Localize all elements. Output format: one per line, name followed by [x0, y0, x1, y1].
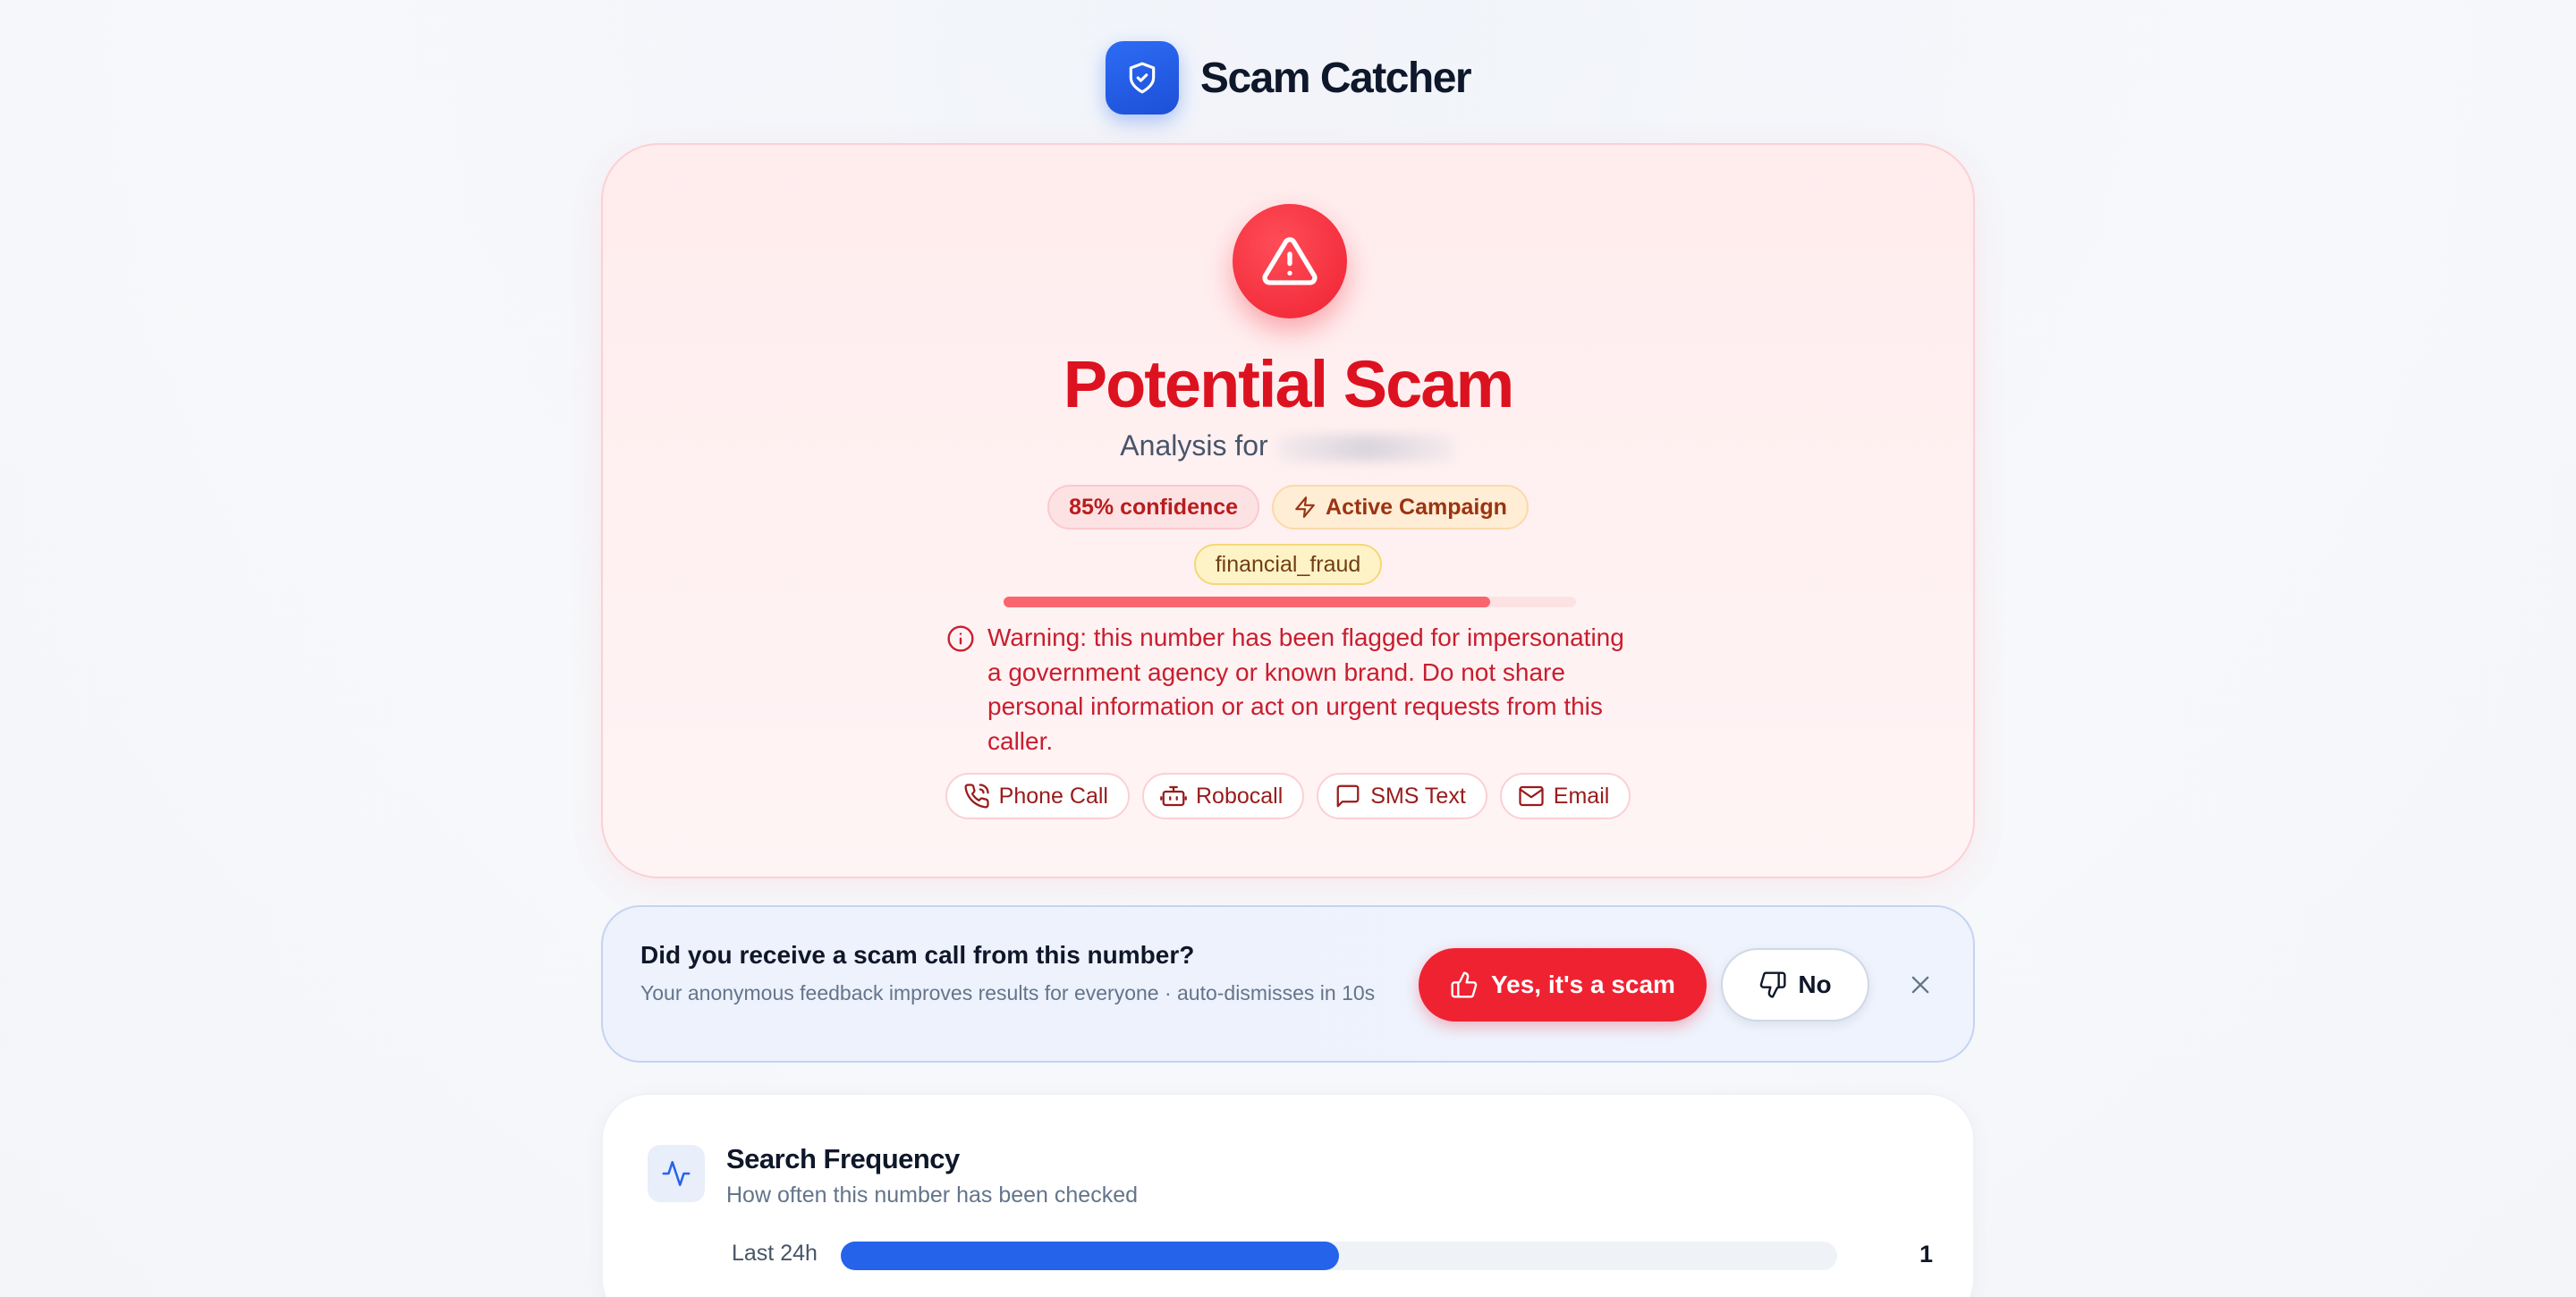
channel-label: Robocall [1195, 783, 1284, 809]
thumbs-up-icon [1451, 971, 1478, 998]
not-scam-label: No [1798, 971, 1832, 998]
analysis-line: Analysis for [603, 429, 1973, 462]
shield-check-icon [1129, 62, 1156, 94]
feedback-question: Did you receive a scam call from this nu… [640, 941, 1195, 969]
zap-icon [1295, 496, 1315, 518]
dismiss-button[interactable] [1902, 966, 1939, 1004]
confidence-bar [1004, 597, 1576, 607]
message-square-icon [1336, 784, 1360, 808]
close-icon [1911, 976, 1929, 994]
confidence-bar-fill [1004, 597, 1490, 607]
thumbs-down-icon [1760, 971, 1786, 998]
warning-text: Warning: this number has been flagged fo… [987, 623, 1624, 755]
info-icon [947, 625, 974, 652]
channel-chips: Phone Call Robocall SMS Text Email [603, 773, 1973, 819]
badge-row: 85% confidence Active Campaign [603, 485, 1973, 530]
category-badge: financial_fraud [1193, 544, 1383, 585]
confidence-badge: 85% confidence [1047, 485, 1260, 530]
report-scam-button[interactable]: Yes, it's a scam [1419, 948, 1707, 1021]
warning-message: Warning: this number has been flagged fo… [946, 621, 1644, 759]
feedback-prompt: Did you receive a scam call from this nu… [601, 905, 1975, 1063]
channel-label: SMS Text [1370, 783, 1466, 809]
channel-label: Email [1553, 783, 1610, 809]
frequency-title: Search Frequency [726, 1143, 960, 1174]
channel-chip-phone-call: Phone Call [945, 773, 1130, 819]
channel-label: Phone Call [998, 783, 1108, 809]
result-card: Potential Scam Analysis for 85% confiden… [601, 143, 1975, 878]
frequency-bar [841, 1242, 1837, 1270]
activity-icon-badge [648, 1145, 705, 1202]
channel-chip-email: Email [1499, 773, 1631, 819]
app-title: Scam Catcher [1199, 54, 1472, 102]
activity-icon [662, 1160, 691, 1187]
mail-icon [1519, 785, 1544, 807]
logo [1105, 41, 1179, 114]
campaign-label: Active Campaign [1326, 494, 1507, 520]
bot-icon [1160, 785, 1187, 807]
alert-triangle-icon [1262, 237, 1318, 285]
channel-chip-sms: SMS Text [1317, 773, 1487, 819]
feedback-subtitle: Your anonymous feedback improves results… [640, 981, 1376, 1005]
redacted-phone-number [1276, 434, 1456, 462]
analysis-prefix: Analysis for [1120, 429, 1268, 462]
category-row: financial_fraud [603, 544, 1973, 585]
alert-badge [1233, 204, 1347, 318]
app-header: Scam Catcher [0, 41, 2576, 114]
not-scam-button[interactable]: No [1721, 948, 1869, 1021]
search-frequency-card: Search Frequency How often this number h… [601, 1093, 1975, 1297]
phone-call-icon [964, 784, 989, 809]
report-scam-label: Yes, it's a scam [1491, 971, 1675, 998]
frequency-subtitle: How often this number has been checked [726, 1183, 1138, 1208]
channel-chip-robocall: Robocall [1141, 773, 1305, 819]
frequency-row-count: 1 [1919, 1241, 1934, 1267]
campaign-badge: Active Campaign [1272, 485, 1529, 530]
frequency-bar-fill [841, 1242, 1339, 1270]
verdict-title: Potential Scam [1063, 347, 1515, 421]
frequency-row-label: Last 24h [732, 1241, 818, 1266]
